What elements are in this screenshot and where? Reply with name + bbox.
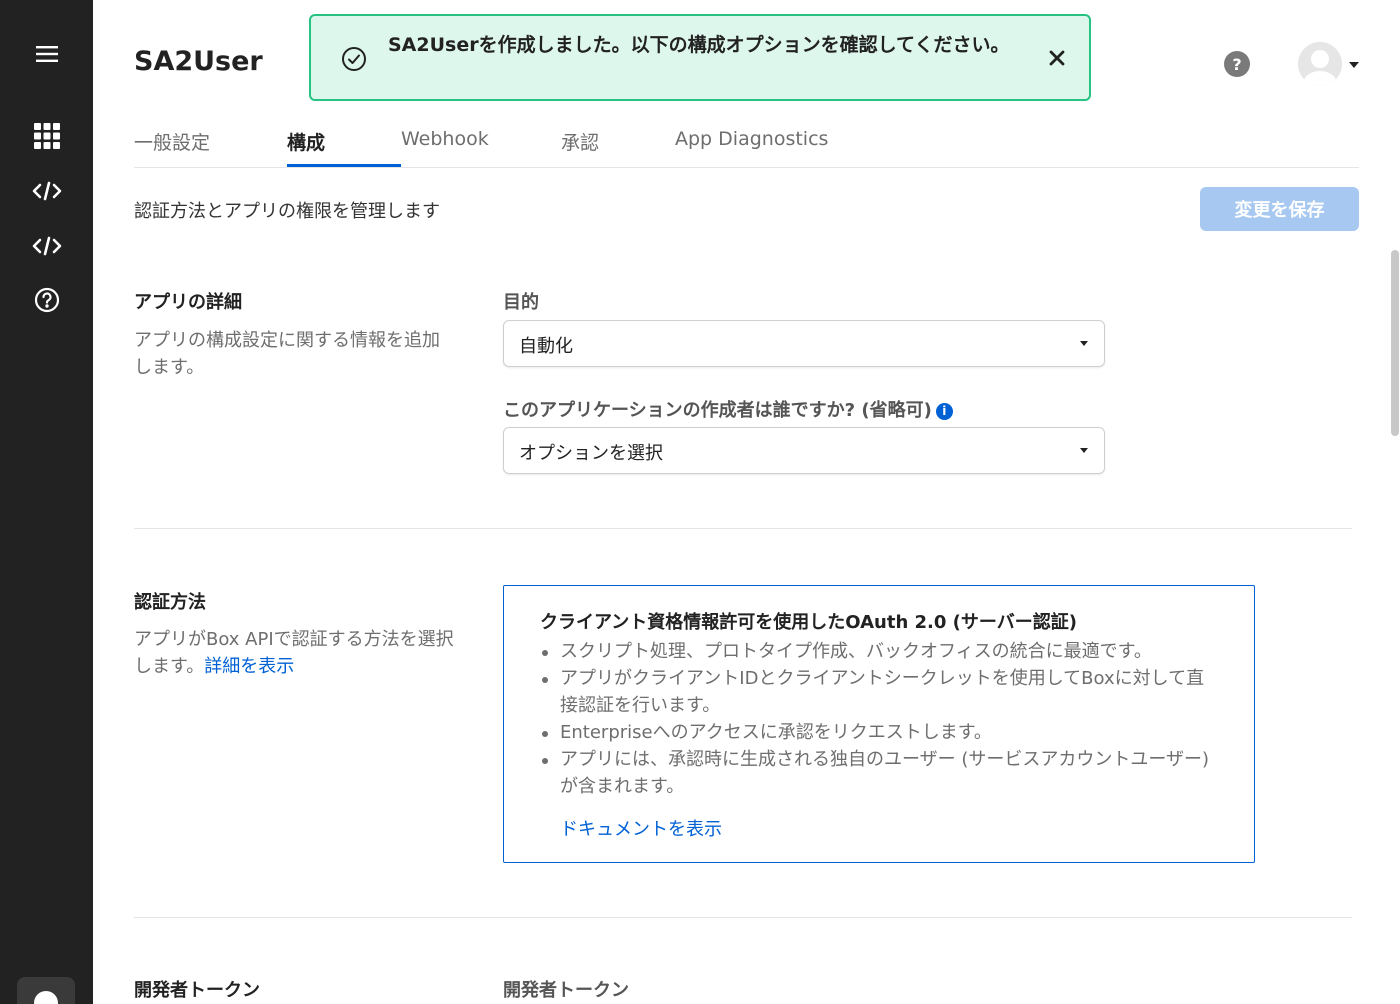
purpose-value: 自動化	[519, 336, 573, 357]
details-link[interactable]: 詳細を表示	[204, 656, 294, 677]
auth-feature-list: スクリプト処理、プロトタイプ作成、バックオフィスの統合に最適です。 アプリがクラ…	[542, 638, 1220, 800]
auth-option-card[interactable]: クライアント資格情報許可を使用したOAuth 2.0 (サーバー認証) スクリプ…	[503, 585, 1255, 863]
auth-card-title: クライアント資格情報許可を使用したOAuth 2.0 (サーバー認証)	[540, 612, 1077, 633]
apps-grid-icon[interactable]	[28, 117, 66, 155]
list-item: アプリがクライアントIDとクライアントシークレットを使用してBoxに対して直接認…	[542, 665, 1220, 719]
purpose-label: 目的	[503, 292, 539, 313]
success-toast: SA2Userを作成しました。以下の構成オプションを確認してください。	[309, 14, 1091, 101]
auth-method-description: アプリがBox APIで認証する方法を選択します。詳細を表示	[134, 626, 464, 680]
auth-method-title: 認証方法	[134, 592, 206, 613]
menu-icon[interactable]	[28, 35, 66, 73]
help-circle-icon[interactable]	[28, 281, 66, 319]
purpose-select[interactable]: 自動化	[503, 320, 1105, 367]
developer-token-title: 開発者トークン	[134, 980, 260, 1001]
chevron-down-icon	[1080, 341, 1088, 346]
info-icon[interactable]: i	[935, 402, 953, 420]
code-icon[interactable]	[28, 227, 66, 265]
user-silhouette-icon	[1298, 42, 1342, 86]
creator-value: オプションを選択	[519, 443, 663, 464]
tab-webhook[interactable]: Webhook	[401, 118, 489, 168]
rail-bottom-button[interactable]	[17, 977, 75, 1004]
tab-authorization[interactable]: 承認	[561, 118, 599, 168]
app-title: SA2User	[134, 46, 263, 77]
tab-app-diagnostics[interactable]: App Diagnostics	[675, 118, 828, 168]
page-description: 認証方法とアプリの権限を管理します	[134, 201, 440, 222]
save-changes-button[interactable]: 変更を保存	[1200, 187, 1359, 231]
chevron-down-icon[interactable]	[1349, 62, 1359, 68]
toast-message: SA2Userを作成しました。以下の構成オプションを確認してください。	[388, 34, 1010, 56]
tab-general[interactable]: 一般設定	[134, 118, 210, 168]
section-divider	[134, 917, 1352, 918]
section-divider	[134, 528, 1352, 529]
creator-select[interactable]: オプションを選択	[503, 427, 1105, 474]
active-tab-indicator	[287, 164, 401, 167]
avatar[interactable]	[1298, 42, 1342, 86]
tab-bar: 一般設定 構成 Webhook 承認 App Diagnostics	[134, 118, 1359, 168]
tab-configuration[interactable]: 構成	[287, 118, 325, 168]
app-details-title: アプリの詳細	[134, 292, 242, 313]
check-circle-icon	[341, 46, 367, 76]
help-button[interactable]: ?	[1224, 51, 1250, 77]
app-details-description: アプリの構成設定に関する情報を追加します。	[134, 330, 440, 378]
page-scrollbar[interactable]	[1391, 250, 1399, 436]
chevron-down-icon	[1080, 448, 1088, 453]
list-item: スクリプト処理、プロトタイプ作成、バックオフィスの統合に最適です。	[542, 638, 1220, 665]
nav-rail	[0, 0, 93, 1004]
creator-label-row: このアプリケーションの作成者は誰ですか? (省略可) i	[503, 396, 953, 422]
documentation-link[interactable]: ドキュメントを表示	[560, 815, 722, 841]
close-icon[interactable]	[1044, 45, 1070, 71]
developer-token-label: 開発者トークン	[503, 980, 629, 1001]
list-item: Enterpriseへのアクセスに承認をリクエストします。	[542, 719, 1220, 746]
code-icon[interactable]	[28, 172, 66, 210]
gauge-icon	[34, 991, 58, 1004]
creator-label: このアプリケーションの作成者は誰ですか? (省略可)	[503, 400, 932, 421]
help-icon: ?	[1232, 54, 1242, 74]
list-item: アプリには、承認時に生成される独自のユーザー (サービスアカウントユーザー) が…	[542, 746, 1220, 800]
